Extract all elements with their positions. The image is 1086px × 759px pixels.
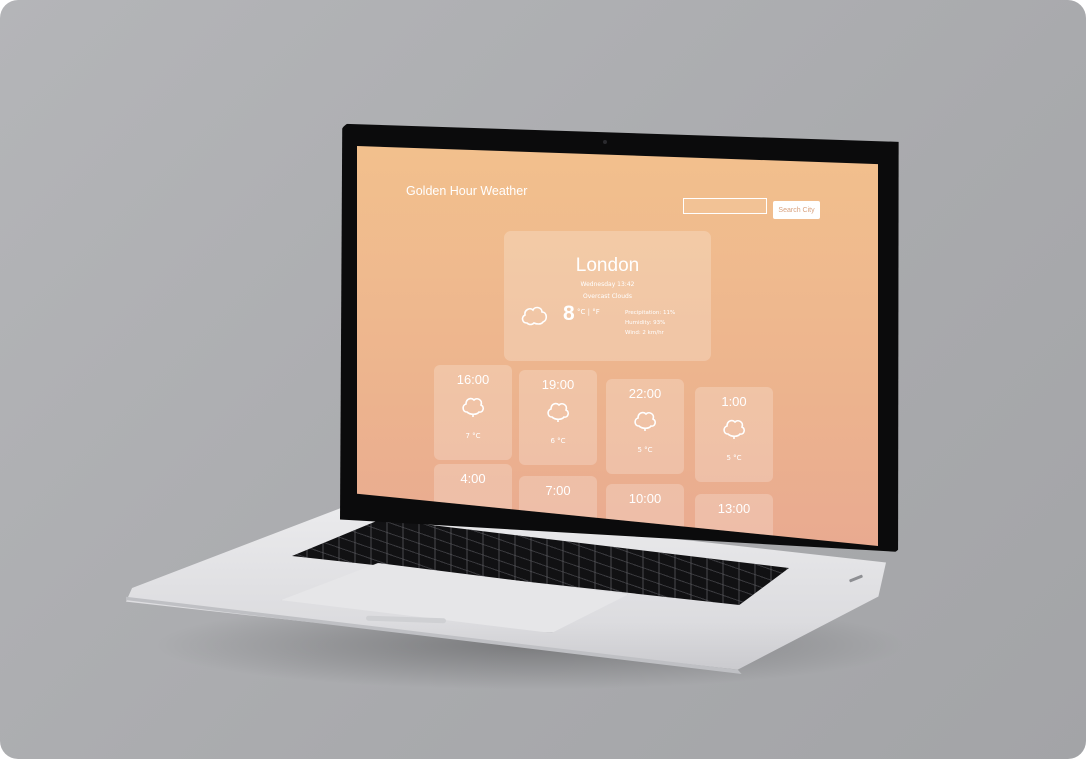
forecast-time: 19:00 (541, 377, 575, 392)
forecast-temp: 7 °C (465, 432, 481, 440)
forecast-time: 13:00 (717, 501, 751, 516)
current-datetime: Wednesday 13:42 (580, 281, 635, 288)
current-weather-card: London Wednesday 13:42 Overcast Clouds 8… (504, 231, 711, 361)
screen: Golden Hour Weather Search City London W… (357, 146, 878, 546)
weather-description: Overcast Clouds (583, 293, 632, 300)
search-city-button[interactable]: Search City (773, 201, 820, 219)
weather-details: Precipitation: 11% Humidity: 93% Wind: 2… (625, 308, 675, 338)
camera-icon (603, 140, 607, 144)
precipitation-text: Precipitation: 11% (625, 310, 676, 316)
city-name: London (575, 255, 640, 276)
humidity-text: Humidity: 93% (625, 320, 666, 326)
current-temperature: 8 (563, 302, 575, 325)
forecast-temp: 5 °C (726, 454, 742, 462)
search-input[interactable] (683, 198, 767, 214)
forecast-card: 16:00 7 °C (434, 365, 512, 460)
forecast-temp: 6 °C (550, 437, 566, 445)
cloud-icon (634, 411, 656, 431)
cloud-icon (723, 419, 745, 439)
unit-toggle[interactable]: °C | °F (577, 308, 600, 316)
scene-background: Golden Hour Weather Search City London W… (0, 0, 1086, 759)
forecast-time: 4:00 (460, 471, 486, 486)
forecast-card: 1:00 5 °C (695, 387, 773, 482)
forecast-time: 7:00 (545, 483, 571, 498)
cloud-icon (547, 402, 569, 422)
cloud-icon (462, 397, 484, 417)
forecast-time: 22:00 (628, 386, 662, 401)
cloud-icon (521, 306, 548, 326)
app-title: Golden Hour Weather (406, 184, 528, 198)
wind-text: Wind: 2 km/hr (625, 330, 664, 336)
forecast-card: 22:00 5 °C (606, 379, 684, 474)
forecast-temp: 5 °C (637, 446, 653, 454)
forecast-card: 19:00 6 °C (519, 370, 597, 465)
forecast-time: 1:00 (721, 394, 747, 409)
forecast-time: 10:00 (628, 491, 662, 506)
forecast-time: 16:00 (456, 372, 490, 387)
